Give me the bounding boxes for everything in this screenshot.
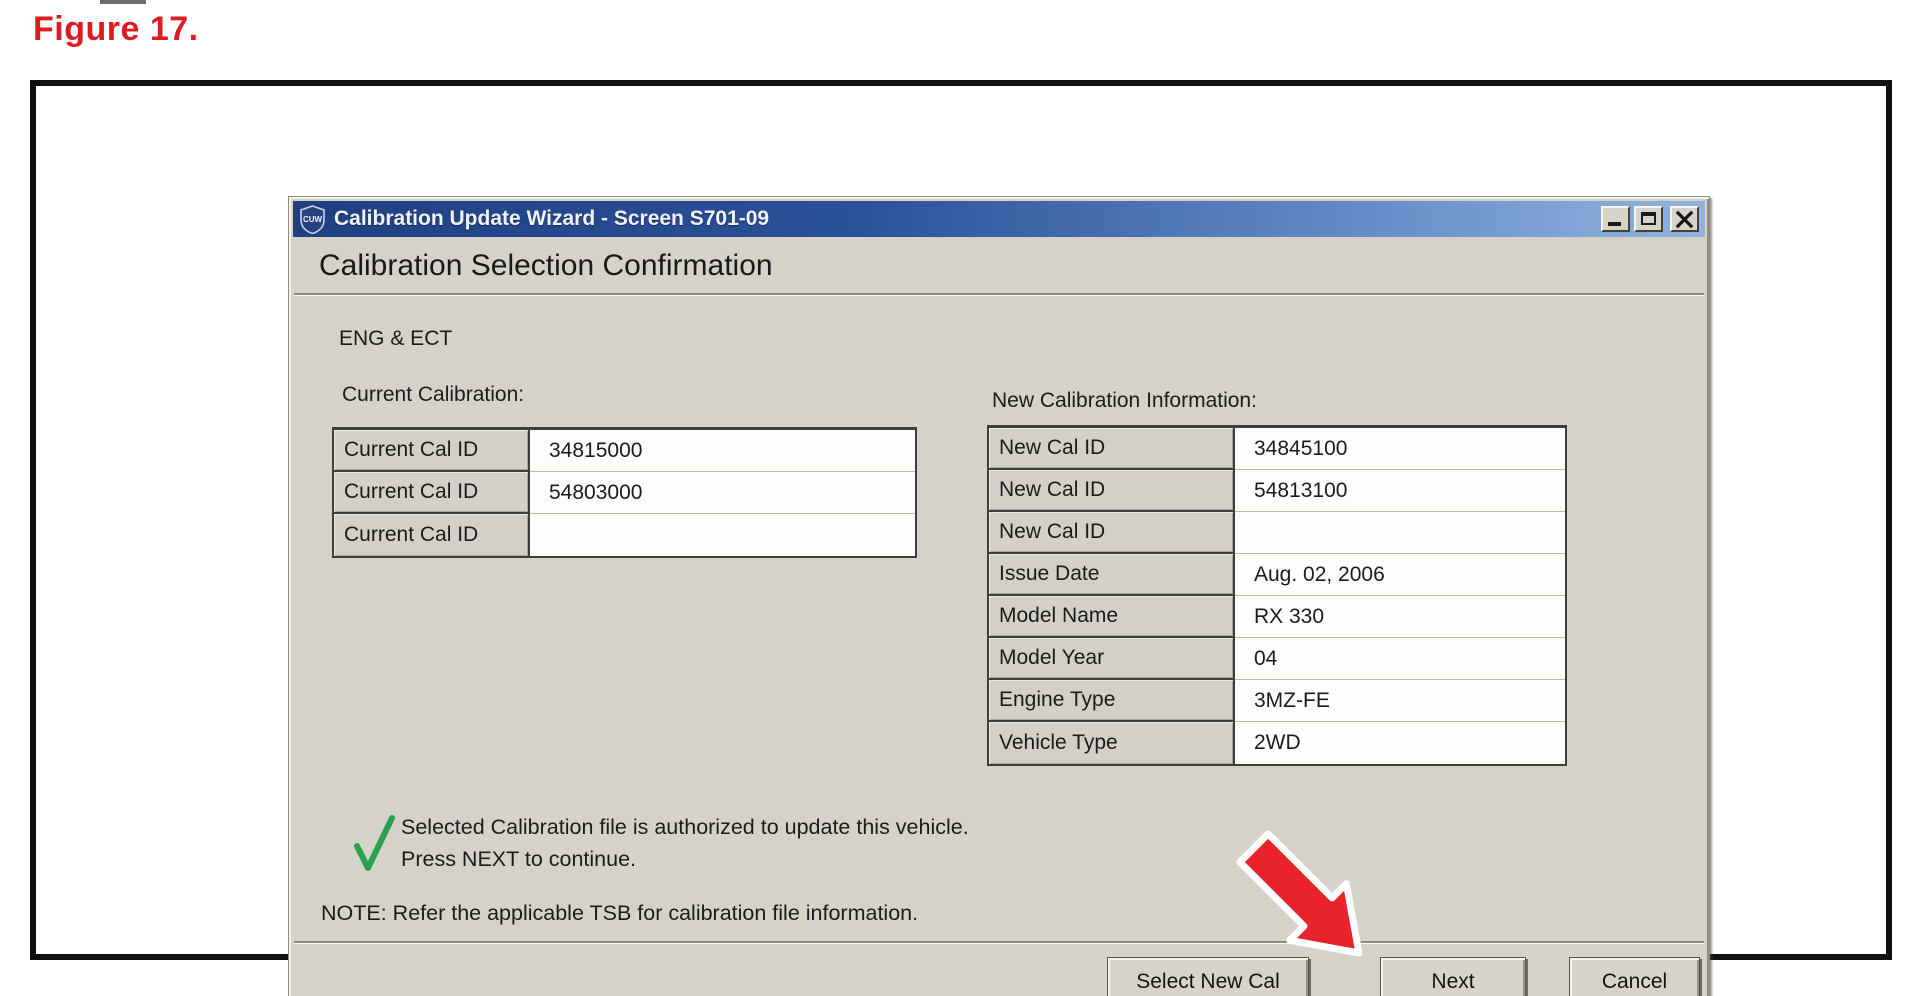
table-row: Current Cal ID 54803000 (334, 472, 915, 514)
row-value: RX 330 (1235, 596, 1565, 638)
new-calibration-label: New Calibration Information: (992, 389, 1257, 413)
cuw-shield-icon: CUW (299, 205, 326, 234)
table-row: Vehicle Type 2WD (989, 722, 1565, 764)
table-row: Current Cal ID (334, 514, 915, 556)
row-value: 54803000 (530, 472, 915, 514)
row-value (530, 514, 915, 556)
system-label: ENG & ECT (339, 327, 452, 351)
table-row: Model Name RX 330 (989, 596, 1565, 638)
figure-border-box: CUW Calibration Update Wizard - Screen S… (30, 80, 1892, 960)
row-label: Engine Type (989, 680, 1235, 722)
page-title: Calibration Selection Confirmation (319, 249, 773, 283)
minimize-icon (1608, 222, 1621, 226)
row-value: 34845100 (1235, 428, 1565, 470)
figure-page: Figure 17. CUW Calibration Update Wizard… (0, 0, 1925, 996)
current-calibration-table: Current Cal ID 34815000 Current Cal ID 5… (332, 427, 917, 558)
scan-artifact (100, 0, 146, 4)
table-row: Issue Date Aug. 02, 2006 (989, 554, 1565, 596)
cancel-button[interactable]: Cancel (1569, 957, 1700, 996)
figure-caption: Figure 17. (33, 10, 199, 49)
table-row: Model Year 04 (989, 638, 1565, 680)
table-row: New Cal ID (989, 512, 1565, 554)
row-label: New Cal ID (989, 470, 1235, 512)
row-label: Model Name (989, 596, 1235, 638)
row-value (1235, 512, 1565, 554)
svg-text:CUW: CUW (303, 215, 323, 224)
row-value: 3MZ-FE (1235, 680, 1565, 722)
maximize-icon (1641, 212, 1656, 225)
table-row: New Cal ID 54813100 (989, 470, 1565, 512)
status-instruction: Press NEXT to continue. (401, 847, 636, 872)
row-label: Current Cal ID (334, 514, 530, 556)
close-button[interactable] (1670, 206, 1699, 232)
row-label: Current Cal ID (334, 472, 530, 514)
window-title: Calibration Update Wizard - Screen S701-… (334, 207, 1601, 231)
check-icon (351, 813, 397, 875)
row-value: 04 (1235, 638, 1565, 680)
maximize-button[interactable] (1634, 206, 1663, 232)
table-row: Current Cal ID 34815000 (334, 430, 915, 472)
window-titlebar[interactable]: CUW Calibration Update Wizard - Screen S… (293, 201, 1705, 237)
table-row: Engine Type 3MZ-FE (989, 680, 1565, 722)
callout-arrow-icon (1229, 828, 1379, 978)
row-value: 34815000 (530, 430, 915, 472)
row-label: Issue Date (989, 554, 1235, 596)
button-row-divider (294, 941, 1704, 944)
row-label: Vehicle Type (989, 722, 1235, 764)
calibration-update-wizard-window: CUW Calibration Update Wizard - Screen S… (288, 196, 1710, 996)
note-text: NOTE: Refer the applicable TSB for calib… (321, 901, 918, 926)
status-message: Selected Calibration file is authorized … (401, 815, 969, 840)
close-icon (1675, 210, 1694, 229)
table-row: New Cal ID 34845100 (989, 428, 1565, 470)
minimize-button[interactable] (1601, 206, 1630, 232)
heading-divider (294, 293, 1704, 296)
row-label: Current Cal ID (334, 430, 530, 472)
new-calibration-table: New Cal ID 34845100 New Cal ID 54813100 … (987, 425, 1567, 766)
row-value: 54813100 (1235, 470, 1565, 512)
row-value: Aug. 02, 2006 (1235, 554, 1565, 596)
row-label: New Cal ID (989, 428, 1235, 470)
next-button[interactable]: Next (1380, 957, 1526, 996)
row-label: Model Year (989, 638, 1235, 680)
row-label: New Cal ID (989, 512, 1235, 554)
row-value: 2WD (1235, 722, 1565, 764)
current-calibration-label: Current Calibration: (342, 383, 524, 407)
